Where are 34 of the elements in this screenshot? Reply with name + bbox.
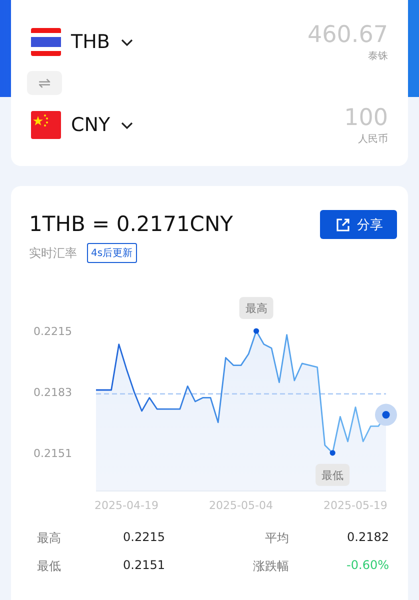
stat-value: 0.2151 [122, 558, 165, 574]
stat-value: 0.2215 [122, 530, 165, 546]
y-axis-label: 0.2183 [34, 386, 72, 399]
high-label: 最高 [239, 297, 274, 319]
extreme-marker [253, 328, 260, 334]
annotation: 最高 [245, 302, 268, 315]
rate-caption: 实时汇率 [29, 244, 77, 262]
currency-code[interactable]: THB [71, 30, 110, 52]
share-icon [336, 218, 350, 232]
stat-label: 涨跌幅 [252, 558, 289, 575]
stat-label: 平均 [264, 530, 289, 547]
chevron-down-icon[interactable] [120, 120, 134, 130]
chevron-down-icon[interactable] [120, 36, 134, 46]
share-button[interactable]: 分享 [320, 210, 397, 239]
y-axis-label: 0.2215 [34, 325, 72, 338]
low-label: 最低 [316, 464, 350, 486]
stat-value: 0.2182 [346, 530, 389, 546]
exchange-rate: 1THB = 0.2171CNY [29, 212, 234, 236]
stat-label: 最低 [37, 558, 62, 575]
x-axis-label: 2025-04-19 [94, 499, 158, 512]
currency-name: 人民币 [358, 132, 388, 146]
stat-value: -0.60% [346, 558, 389, 574]
refresh-badge: 4s后更新 [87, 243, 137, 263]
flag-icon [31, 28, 61, 56]
y-axis-label: 0.2151 [34, 446, 72, 460]
currency-code[interactable]: CNY [71, 114, 110, 136]
flag-icon [31, 110, 61, 138]
extreme-marker [330, 450, 336, 456]
annotation: 最低 [322, 468, 344, 482]
x-axis-label: 2025-05-04 [209, 499, 273, 512]
x-axis-label: 2025-05-19 [324, 499, 388, 512]
current-point [375, 404, 397, 426]
currency-name: 泰铢 [368, 50, 388, 62]
stat-label: 最高 [37, 530, 62, 547]
